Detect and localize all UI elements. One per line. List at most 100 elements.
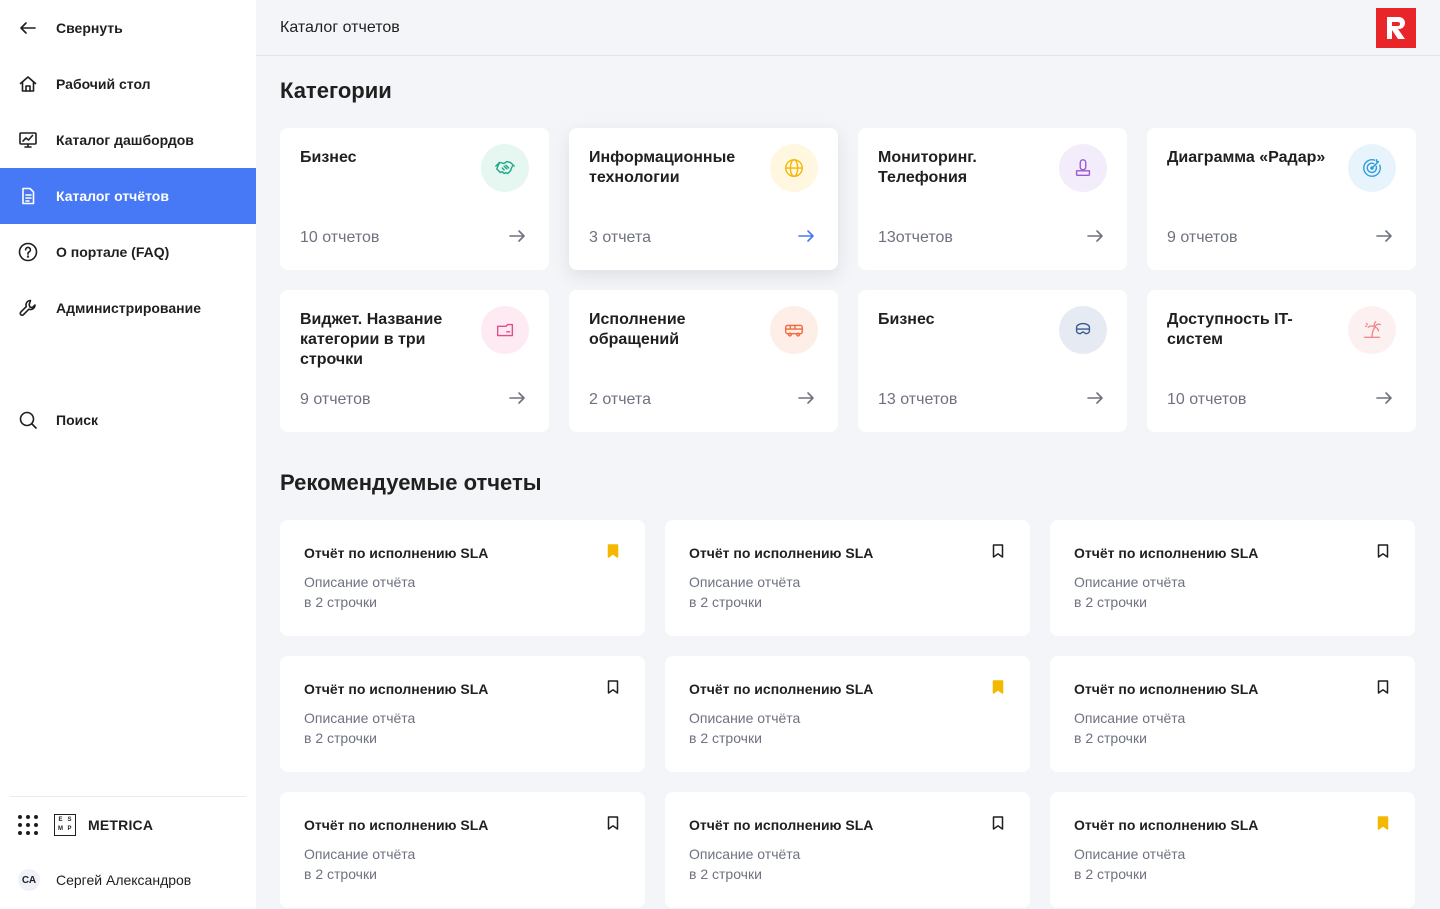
report-card[interactable]: Отчёт по исполнению SLA Описание отчёта в … [280,520,645,636]
report-title: Отчёт по исполнению SLA [689,817,874,833]
category-count: 2 отчета [589,391,651,408]
bookmark-filled-icon[interactable] [1377,816,1389,830]
report-description: Описание отчёта в 2 строчки [304,572,564,612]
recommended-heading: Рекомендуемые отчеты [280,470,542,495]
report-description-line: Описание отчёта [1074,710,1186,726]
arrow-right-icon[interactable] [796,226,816,246]
arrow-right-icon[interactable] [1085,226,1105,246]
category-count: 13отчетов [878,229,953,246]
category-card[interactable]: Исполнение обращений 2 отчета [569,290,838,432]
report-title: Отчёт по исполнению SLA [1074,817,1259,833]
report-card[interactable]: Отчёт по исполнению SLA Описание отчёта в … [280,656,645,772]
report-description-line: в 2 строчки [689,730,762,746]
report-card[interactable]: Отчёт по исполнению SLA Описание отчёта в … [665,656,1030,772]
diving-mask-icon [1059,306,1107,354]
question-circle-icon [18,242,38,262]
report-description: Описание отчёта в 2 строчки [304,708,564,748]
apps-grid-icon[interactable] [18,815,38,835]
report-description-line: в 2 строчки [1074,730,1147,746]
user-name: Сергей Александров [56,872,192,888]
report-description-line: в 2 строчки [304,866,377,882]
home-icon [18,74,38,94]
report-card[interactable]: Отчёт по исполнению SLA Описание отчёта в … [1050,656,1415,772]
report-description-line: Описание отчёта [689,710,801,726]
category-card[interactable]: Бизнес 13 отчетов [858,290,1127,432]
bookmark-icon[interactable] [992,544,1004,558]
esmp-logo: ESMP [54,814,76,836]
report-card[interactable]: Отчёт по исполнению SLA Описание отчёта в … [1050,520,1415,636]
arrow-right-icon[interactable] [1374,226,1394,246]
bookmark-icon[interactable] [992,816,1004,830]
sidebar-item-reports[interactable]: Каталог отчётов [0,168,256,224]
document-icon [18,186,38,206]
report-title: Отчёт по исполнению SLA [689,681,874,697]
report-card[interactable]: Отчёт по исполнению SLA Описание отчёта в … [665,520,1030,636]
sidebar-item-label: О портале (FAQ) [56,244,170,260]
category-name: Мониторинг. Телефония [878,149,977,186]
sidebar-search-button[interactable]: Поиск [0,392,256,448]
bookmark-icon[interactable] [1377,544,1389,558]
category-card[interactable]: Информационные технологии 3 отчета [569,128,838,270]
telephone-icon [1059,144,1107,192]
report-title: Отчёт по исполнению SLA [1074,545,1259,561]
bookmark-filled-icon[interactable] [607,544,619,558]
arrow-right-icon[interactable] [1374,388,1394,408]
arrow-right-icon[interactable] [796,388,816,408]
app-switcher[interactable]: ESMP METRICA [0,812,256,838]
bookmark-icon[interactable] [1377,680,1389,694]
report-description: Описание отчёта в 2 строчки [689,844,949,884]
sidebar-item-dashboards[interactable]: Каталог дашбордов [0,112,256,168]
category-name: Доступность IT-систем [1167,311,1293,348]
report-description-line: в 2 строчки [1074,594,1147,610]
category-card[interactable]: Бизнес 10 отчетов [280,128,549,270]
sidebar: Свернуть Рабочий стол Каталог дашбордов … [0,0,256,909]
sidebar-item-label: Каталог дашбордов [56,132,194,148]
report-description-line: Описание отчёта [1074,846,1186,862]
wrench-icon [18,298,38,318]
category-count: 13 отчетов [878,391,958,408]
category-card[interactable]: Виджет. Название категории в три строчки… [280,290,549,432]
category-card[interactable]: Мониторинг. Телефония 13отчетов [858,128,1127,270]
bookmark-icon[interactable] [607,680,619,694]
report-description-line: Описание отчёта [304,574,416,590]
sidebar-item-admin[interactable]: Администрирование [0,280,256,336]
search-icon [18,410,38,430]
arrow-right-icon[interactable] [507,226,527,246]
app-name: METRICA [88,817,154,833]
report-description-line: в 2 строчки [1074,866,1147,882]
report-description: Описание отчёта в 2 строчки [689,572,949,612]
bus-icon [770,306,818,354]
brand-logo[interactable] [1376,8,1416,48]
collapse-sidebar-button[interactable]: Свернуть [0,0,256,56]
report-description-line: Описание отчёта [689,574,801,590]
bookmark-icon[interactable] [607,816,619,830]
page-title: Каталог отчетов [280,19,400,36]
radar-target-icon [1348,144,1396,192]
arrow-left-icon [18,18,38,38]
arrow-right-icon[interactable] [1085,388,1105,408]
report-card[interactable]: Отчёт по исполнению SLA Описание отчёта в … [665,792,1030,908]
sidebar-item-label: Рабочий стол [56,76,151,92]
report-card[interactable]: Отчёт по исполнению SLA Описание отчёта в … [1050,792,1415,908]
category-name: Бизнес [300,149,357,166]
sidebar-item-label: Каталог отчётов [56,188,169,204]
report-title: Отчёт по исполнению SLA [304,545,489,561]
report-description-line: в 2 строчки [304,730,377,746]
collapse-label: Свернуть [56,20,123,36]
user-profile[interactable]: СА Сергей Александров [0,867,256,893]
sidebar-divider [10,796,246,797]
arrow-right-icon[interactable] [507,388,527,408]
report-description-line: в 2 строчки [689,866,762,882]
category-name: Исполнение обращений [589,311,686,348]
category-card[interactable]: Доступность IT-систем 10 отчетов [1147,290,1416,432]
sidebar-item-faq[interactable]: О портале (FAQ) [0,224,256,280]
report-card[interactable]: Отчёт по исполнению SLA Описание отчёта в … [280,792,645,908]
category-card[interactable]: Диаграмма «Радар» 9 отчетов [1147,128,1416,270]
report-title: Отчёт по исполнению SLA [304,681,489,697]
sidebar-item-desktop[interactable]: Рабочий стол [0,56,256,112]
category-name: Диаграмма «Радар» [1167,149,1326,166]
bookmark-filled-icon[interactable] [992,680,1004,694]
report-description: Описание отчёта в 2 строчки [304,844,564,884]
report-description: Описание отчёта в 2 строчки [1074,844,1334,884]
report-description-line: Описание отчёта [689,846,801,862]
